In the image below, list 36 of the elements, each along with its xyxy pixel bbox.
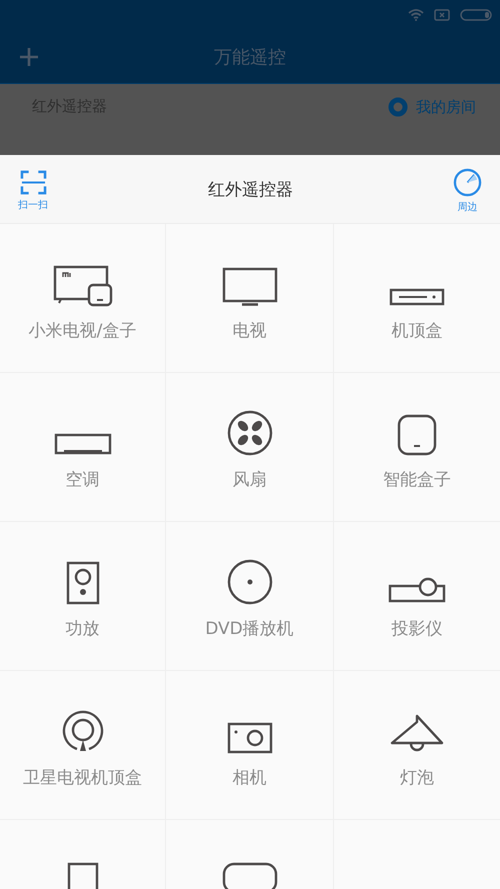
projector-icon	[388, 577, 446, 605]
ring-icon	[388, 97, 408, 117]
add-button[interactable]	[19, 46, 39, 66]
satellite-signal-icon	[60, 710, 104, 754]
device-tile[interactable]: 功放	[0, 522, 166, 671]
scan-button[interactable]: 扫一扫	[18, 170, 48, 212]
device-tile[interactable]: 机顶盒	[334, 224, 500, 373]
device-tile[interactable]: 小米电视/盒子	[0, 224, 166, 373]
tv-icon	[222, 267, 278, 307]
device-tile[interactable]: 投影仪	[334, 522, 500, 671]
device-tile[interactable]: 风扇	[166, 373, 334, 522]
disc-icon	[226, 559, 272, 605]
device-tile[interactable]: 电视	[166, 224, 334, 373]
speaker-icon	[66, 561, 100, 605]
device-tile[interactable]: 智能盒子	[334, 373, 500, 522]
camera-icon	[226, 722, 272, 754]
device-tile[interactable]: 相机	[166, 671, 334, 820]
pendant-lamp-icon	[389, 714, 445, 754]
smart-box-icon	[397, 414, 437, 456]
tv-with-box-icon	[52, 265, 112, 307]
device-tile[interactable]: DVD播放机	[166, 522, 334, 671]
device-tile[interactable]: 灯泡	[334, 671, 500, 820]
device-tile[interactable]: 空调	[0, 373, 166, 522]
fan-icon	[226, 410, 272, 456]
sheet-title: 红外遥控器	[208, 178, 293, 200]
nearby-button[interactable]: 周边	[453, 168, 482, 214]
air-conditioner-icon	[54, 432, 112, 456]
no-sim-icon	[434, 9, 450, 21]
battery-icon	[460, 9, 492, 21]
device-tile[interactable]: 卫星电视机顶盒	[0, 671, 166, 820]
wifi-icon	[408, 9, 424, 21]
plus-icon	[19, 46, 39, 66]
set-top-box-icon	[389, 287, 445, 307]
scan-icon	[20, 170, 46, 195]
radar-icon	[453, 168, 482, 197]
app-title: 万能遥控	[214, 46, 286, 68]
